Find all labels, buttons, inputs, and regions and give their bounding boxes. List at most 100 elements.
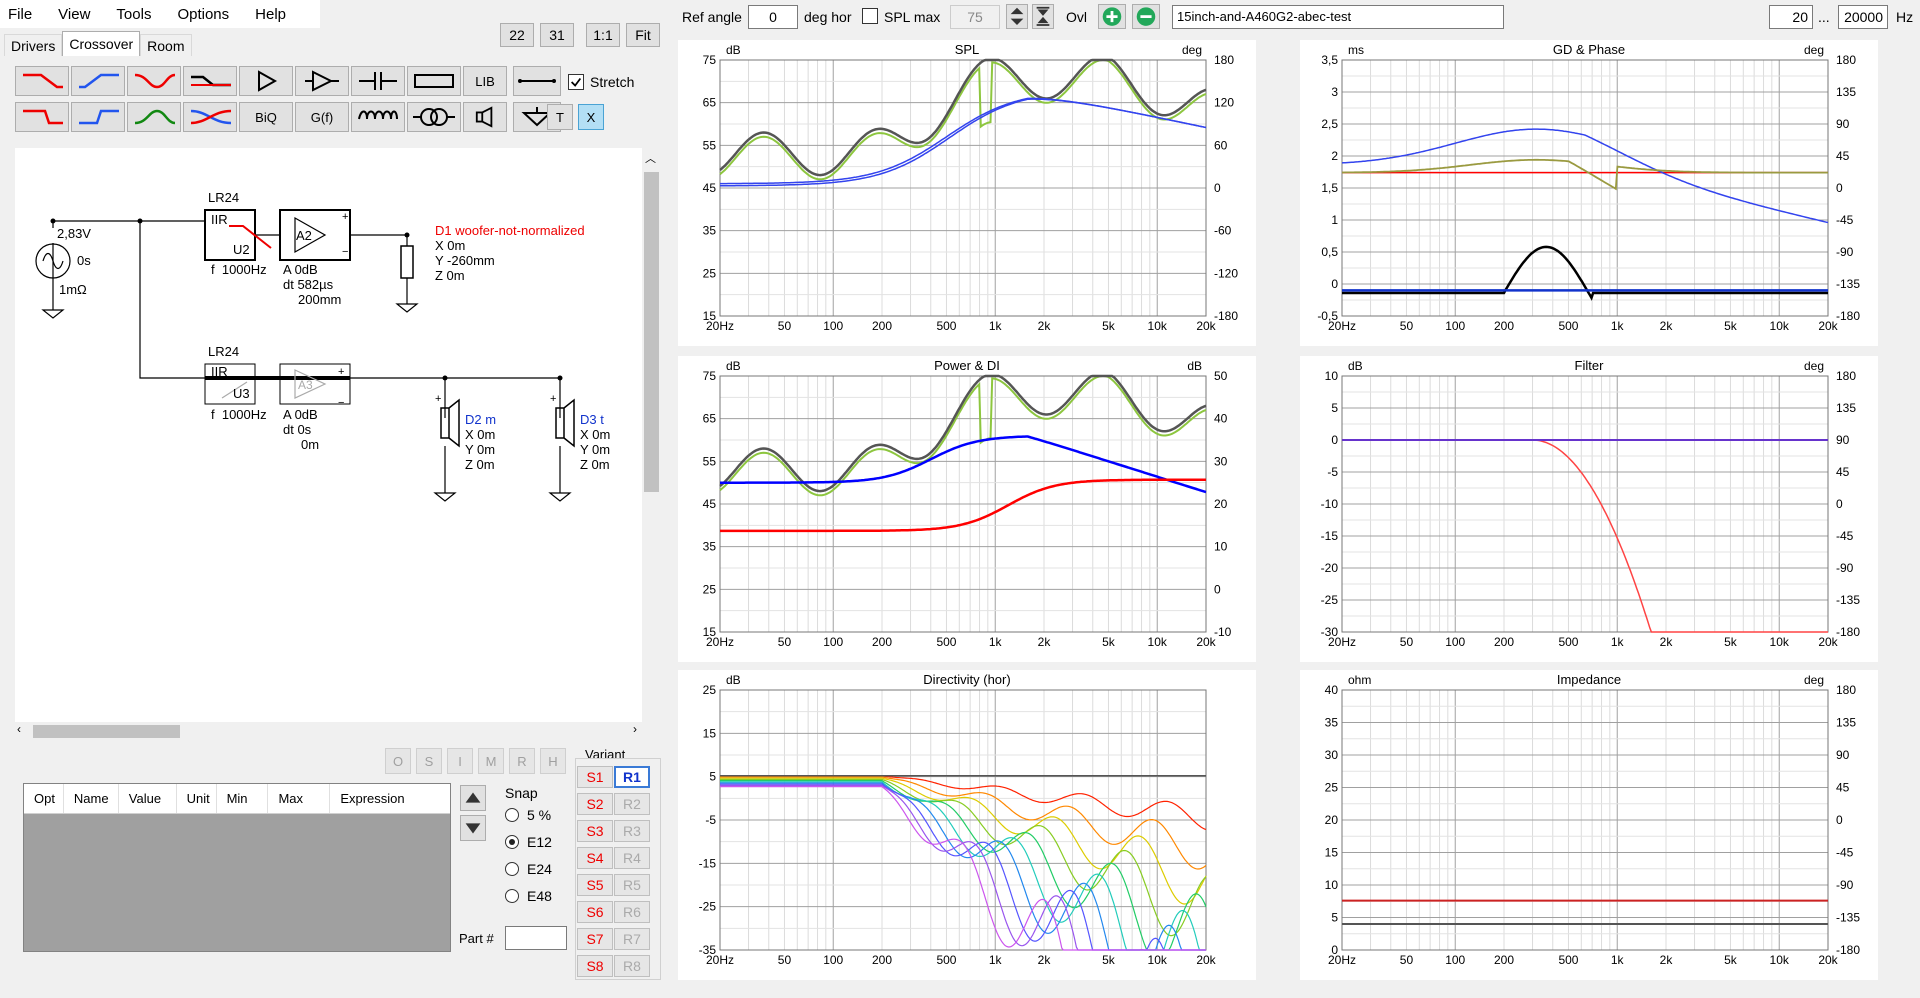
- spl-chart-panel[interactable]: SPL dB deg 75 65 55 45 35 25 15 180 120 60 0 -60 -120 -1…: [678, 40, 1256, 346]
- move-down-button[interactable]: [460, 815, 486, 841]
- ref-angle-input[interactable]: 0: [748, 5, 798, 29]
- op-m-button[interactable]: M: [478, 748, 504, 774]
- speaker-button[interactable]: [463, 102, 507, 132]
- variant-s2-button[interactable]: S2: [577, 793, 613, 815]
- dir-chart-panel[interactable]: Directivity (hor) dB 25 15 5 -5 -15 -25 -35 20Hz 5…: [678, 670, 1256, 980]
- snap-e24-radio[interactable]: E24: [505, 861, 552, 877]
- gf-button[interactable]: G(f): [295, 102, 349, 132]
- button-22[interactable]: 22: [500, 23, 534, 47]
- imp-right-tick: 180: [1836, 683, 1856, 697]
- inductor-button[interactable]: [351, 102, 405, 132]
- stretch-checkbox[interactable]: [568, 74, 584, 90]
- imp-chart-panel[interactable]: Impedance ohm deg 40 35 30 25 20 15 10 5 0 180 135 90 4…: [1300, 670, 1878, 980]
- schematic-canvas[interactable]: + − + − + + 2,83V 0s 1mΩ LR24 IIR U2 A2 …: [15, 148, 642, 722]
- transformer-button[interactable]: [407, 102, 461, 132]
- snap-e12-label: E12: [527, 834, 552, 850]
- variant-s6-button[interactable]: S6: [577, 901, 613, 923]
- optimizer-table[interactable]: Opt Name Value Unit Min Max Expression: [23, 783, 451, 952]
- highpass-blue-2-button[interactable]: [71, 102, 125, 132]
- tab-drivers[interactable]: Drivers: [4, 34, 63, 56]
- menu-tools[interactable]: Tools: [116, 6, 151, 23]
- variant-s1-button[interactable]: S1: [577, 766, 613, 788]
- col-opt[interactable]: Opt: [24, 784, 64, 813]
- menu-options[interactable]: Options: [177, 6, 229, 23]
- capacitor-button[interactable]: [351, 66, 405, 96]
- menu-view[interactable]: View: [58, 6, 90, 23]
- part-number-input[interactable]: [505, 926, 567, 950]
- library-button[interactable]: LIB: [463, 66, 507, 96]
- buffer-button[interactable]: [239, 66, 293, 96]
- op-o-button[interactable]: O: [385, 748, 411, 774]
- scroll-up-icon[interactable]: ︿: [645, 150, 656, 166]
- shelf-button[interactable]: [183, 66, 237, 96]
- allpass-button[interactable]: [183, 102, 237, 132]
- button-fit[interactable]: Fit: [626, 23, 660, 47]
- variant-s8-button[interactable]: S8: [577, 955, 613, 977]
- lowpass-red-button[interactable]: [15, 66, 69, 96]
- tab-crossover[interactable]: Crossover: [62, 31, 141, 56]
- variant-r3-button[interactable]: R3: [614, 820, 650, 842]
- col-max[interactable]: Max: [268, 784, 331, 813]
- vertical-scrollbar[interactable]: ︿: [642, 148, 661, 722]
- snap-5-radio[interactable]: 5 %: [505, 807, 551, 823]
- horizontal-scrollbar[interactable]: ‹ ›: [15, 722, 642, 741]
- op-s-button[interactable]: S: [416, 748, 442, 774]
- col-name[interactable]: Name: [64, 784, 119, 813]
- bandstop-red-button[interactable]: [127, 66, 181, 96]
- expand-range-button[interactable]: [1032, 4, 1054, 29]
- horizontal-scroll-thumb[interactable]: [33, 725, 180, 738]
- x-button[interactable]: X: [578, 104, 604, 130]
- spl-max-input[interactable]: 75: [950, 5, 1000, 29]
- bandpass-green-button[interactable]: [127, 102, 181, 132]
- variant-r5-button[interactable]: R5: [614, 874, 650, 896]
- op-i-button[interactable]: I: [447, 748, 473, 774]
- pow-chart-panel[interactable]: Power & DI dB dB 75 65 55 45 35 25 15 50 40 30 20 10 0-…: [678, 356, 1256, 662]
- delay-amp-button[interactable]: [295, 66, 349, 96]
- menu-file[interactable]: File: [8, 6, 32, 23]
- snap-e48-radio[interactable]: E48: [505, 888, 552, 904]
- resistor-button[interactable]: [407, 66, 461, 96]
- variant-r8-button[interactable]: R8: [614, 955, 650, 977]
- variant-r1-button[interactable]: R1: [614, 766, 650, 788]
- op-h-button[interactable]: H: [540, 748, 566, 774]
- col-value[interactable]: Value: [119, 784, 177, 813]
- filt-chart-panel[interactable]: Filter dB deg 10 5 0 -5 -10 -15 -20 -25 -30 180 135 90…: [1300, 356, 1878, 662]
- biquad-button[interactable]: BiQ: [239, 102, 293, 132]
- lowpass-red-2-button[interactable]: [15, 102, 69, 132]
- remove-overlay-button[interactable]: [1132, 4, 1160, 29]
- add-overlay-button[interactable]: [1098, 4, 1126, 29]
- spl-max-checkbox[interactable]: [862, 8, 878, 24]
- variant-s3-button[interactable]: S3: [577, 820, 613, 842]
- button-31[interactable]: 31: [540, 23, 574, 47]
- scroll-right-icon[interactable]: ›: [633, 722, 637, 736]
- filt-right-tick: 180: [1836, 369, 1856, 383]
- variant-r4-button[interactable]: R4: [614, 847, 650, 869]
- op-r-button[interactable]: R: [509, 748, 535, 774]
- variant-s4-button[interactable]: S4: [577, 847, 613, 869]
- vertical-scroll-thumb[interactable]: [644, 172, 659, 492]
- freq-max-input[interactable]: 20000: [1838, 5, 1888, 29]
- scroll-left-icon[interactable]: ‹: [17, 722, 21, 736]
- col-expression[interactable]: Expression: [330, 784, 450, 813]
- dir-chart-title: Directivity (hor): [923, 672, 1010, 687]
- variant-s7-button[interactable]: S7: [577, 928, 613, 950]
- variant-r6-button[interactable]: R6: [614, 901, 650, 923]
- wire-button[interactable]: [513, 66, 561, 96]
- button-1-1[interactable]: 1:1: [586, 23, 620, 47]
- variant-s5-button[interactable]: S5: [577, 874, 613, 896]
- variant-r7-button[interactable]: R7: [614, 928, 650, 950]
- freq-min-input[interactable]: 20: [1769, 5, 1813, 29]
- t-button[interactable]: T: [547, 104, 573, 130]
- spl-max-label: SPL max: [884, 9, 941, 25]
- col-min[interactable]: Min: [217, 784, 269, 813]
- spin-updown-button[interactable]: [1006, 4, 1028, 29]
- project-name-input[interactable]: 15inch-and-A460G2-abec-test: [1172, 5, 1504, 29]
- snap-e12-radio[interactable]: E12: [505, 834, 552, 850]
- menu-help[interactable]: Help: [255, 6, 286, 23]
- col-unit[interactable]: Unit: [177, 784, 217, 813]
- variant-r2-button[interactable]: R2: [614, 793, 650, 815]
- tab-room[interactable]: Room: [140, 34, 192, 56]
- highpass-blue-button[interactable]: [71, 66, 125, 96]
- move-up-button[interactable]: [460, 785, 486, 811]
- gd-chart-panel[interactable]: GD & Phase ms deg 3,5 3 2,5 2 1,5 1 0,5 0 -0,5 180 13…: [1300, 40, 1878, 346]
